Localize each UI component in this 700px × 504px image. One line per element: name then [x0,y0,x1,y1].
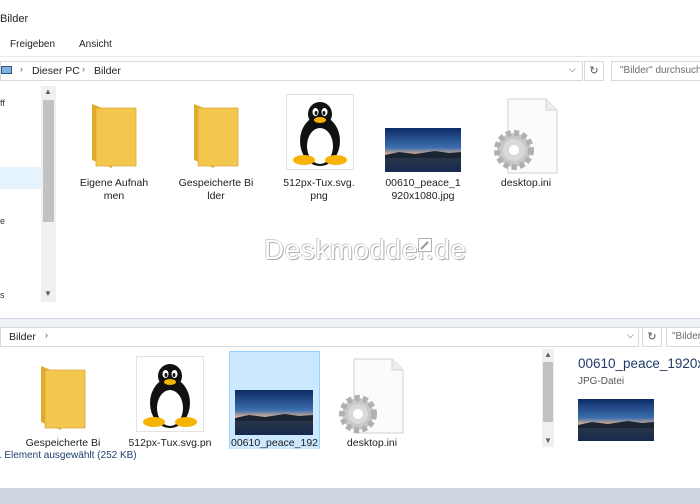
breadcrumb-dieser-pc[interactable]: Dieser PC [32,65,80,77]
status-text: 1 Element ausgewählt (252 KB) [0,450,137,461]
folder-icon [41,366,86,430]
file-item-desktop-ini[interactable]: desktop.ini [488,94,564,204]
nav-selected-item[interactable] [0,167,41,189]
tux-thumbnail [286,94,354,170]
address-bar[interactable]: › Dieser PC › Bilder ⌵ [0,61,583,81]
file-item-gespeicherte-bilder[interactable]: Gespeicherte Bilder [178,94,254,204]
preview-thumbnail [578,399,654,441]
nav-item-fragment[interactable]: ff [0,98,5,108]
taskbar-strip [0,488,700,504]
file-item-label: 00610_peace_1920x1080.jpg [385,177,461,202]
breadcrumb-bilder[interactable]: Bilder [9,331,36,343]
content-scrollbar-thumb[interactable] [543,362,553,422]
preview-file-type: JPG-Datei [578,376,625,387]
landscape-thumbnail [385,128,461,172]
file-item-label: Gespeicherte Bilder [178,177,254,202]
refresh-icon: ↻ [647,331,657,343]
landscape-thumbnail [235,390,313,435]
tab-freigeben[interactable]: Freigeben [10,39,55,50]
search-input[interactable]: "Bilder" durchsuchen [611,61,700,81]
ribbon: Freigeben Ansicht [0,34,700,57]
tux-thumbnail [136,356,204,432]
status-bar: 1 Element ausgewählt (252 KB) [0,449,540,463]
folder-icon [194,104,239,168]
file-item-label: 512px-Tux.svg.png [283,177,355,202]
file-item-gespeicherte-bilder[interactable]: Gespeicherte Bilder [25,362,101,462]
search-placeholder: "Bilder" durchsuchen [620,65,700,76]
tab-ansicht[interactable]: Ansicht [79,39,112,50]
folder-icon [92,104,137,168]
scroll-up-icon[interactable]: ▲ [544,350,552,359]
refresh-button[interactable]: ↻ [584,61,604,81]
nav-item-fragment[interactable]: s [0,290,5,300]
details-pane: 00610_peace_1920x1080.jpg JPG-Datei [566,346,700,446]
refresh-button[interactable]: ↻ [642,327,662,347]
nav-item-fragment[interactable]: e [0,216,5,226]
scroll-down-icon[interactable]: ▼ [544,436,552,445]
breadcrumb-chevron-icon: › [20,64,23,74]
refresh-icon: ↻ [589,65,599,77]
scroll-up-icon[interactable]: ▲ [44,87,52,96]
pencil-icon [418,238,432,255]
file-item-peace-jpg[interactable]: 00610_peace_1920x1080.jpg [383,94,463,206]
settings-file-icon [339,358,404,434]
nav-scrollbar-thumb[interactable] [43,100,54,222]
settings-file-icon [494,98,558,174]
address-bar[interactable]: Bilder › ⌵ [0,327,639,347]
scroll-down-icon[interactable]: ▼ [44,289,52,298]
file-item-eigene-aufnahmen[interactable]: Eigene Aufnahmen [76,94,152,204]
breadcrumb-chevron-icon: › [45,330,48,340]
breadcrumb-chevron-icon: › [82,64,85,74]
watermark: Deskmodder.de [264,234,467,265]
address-history-dropdown-icon[interactable]: ⌵ [569,64,576,75]
search-input[interactable]: "Bilder" [666,327,700,347]
window-title: Bilder [0,13,29,25]
file-item-tux-png[interactable]: 512px-Tux.svg.png [281,94,357,206]
title-bar: Bilder [0,0,700,35]
preview-file-name: 00610_peace_1920x1080.jpg [578,356,700,371]
pc-icon [1,66,12,75]
search-placeholder: "Bilder" [672,331,700,342]
file-item-label: Eigene Aufnahmen [79,177,149,202]
breadcrumb-bilder[interactable]: Bilder [94,65,121,77]
file-item-label: desktop.ini [500,177,552,189]
address-history-dropdown-icon[interactable]: ⌵ [627,330,634,341]
